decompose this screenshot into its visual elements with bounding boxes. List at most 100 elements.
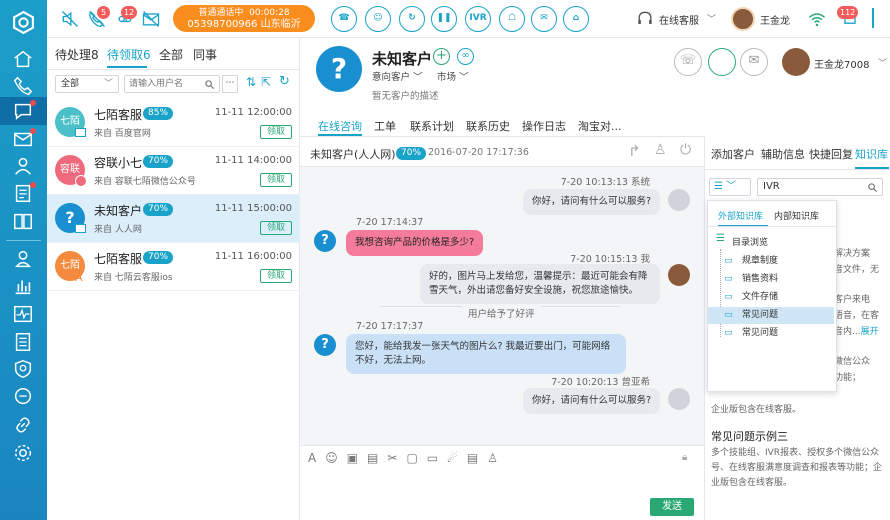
- list-item[interactable]: 七陌 A 七陌客服 70% 11-11 16:00:00 来自 七陌云客服ios…: [47, 243, 300, 291]
- search-icon[interactable]: [204, 79, 215, 90]
- mute-icon[interactable]: [60, 9, 80, 29]
- phone-icon[interactable]: [12, 75, 34, 97]
- chat-icon[interactable]: [708, 48, 736, 76]
- settings-icon[interactable]: [12, 442, 34, 464]
- item-source: 来自 百度官网: [94, 129, 151, 139]
- customer-tag-intent[interactable]: 意向客户 ﹀: [372, 69, 423, 83]
- message-button[interactable]: ✉: [531, 6, 557, 32]
- hangup-button[interactable]: ☎: [331, 6, 357, 32]
- tab-operation-log[interactable]: 操作日志: [522, 118, 566, 134]
- tab-external-kb[interactable]: 外部知识库: [718, 209, 763, 222]
- link-icon[interactable]: [12, 414, 34, 436]
- chevron-down-icon[interactable]: ﹀: [878, 56, 887, 69]
- ivr-button[interactable]: IVR: [465, 6, 491, 32]
- tab-ticket[interactable]: 工单: [374, 118, 396, 134]
- folder-item[interactable]: ▭ 文件存储: [708, 289, 834, 306]
- tab-pending[interactable]: 待处理8: [55, 46, 99, 63]
- mail-off-icon[interactable]: [141, 9, 161, 29]
- call-status-box[interactable]: 普通通话中 00:00:28 05398700966 山东临沂: [173, 5, 315, 32]
- add-icon[interactable]: +: [433, 48, 450, 65]
- tab-quick-reply[interactable]: 快捷回复: [809, 146, 853, 162]
- report-icon[interactable]: [12, 331, 34, 353]
- claim-button[interactable]: 领取: [260, 269, 292, 283]
- folder-item-selected[interactable]: ▭ 常见问题: [708, 307, 834, 324]
- tab-online-consult[interactable]: 在线咨询: [318, 118, 362, 134]
- tab-taobao[interactable]: 淘宝对...: [578, 118, 622, 134]
- search-box[interactable]: [124, 75, 220, 93]
- folder-label: 销售资料: [742, 274, 779, 284]
- tab-contact-history[interactable]: 联系历史: [466, 118, 510, 134]
- tab-assist-info[interactable]: 辅助信息: [761, 146, 805, 162]
- message-bubble: 您好，能给我发一张天气的图片么? 我最近要出门，可能网络不好，无法上网。: [346, 334, 626, 374]
- more-options-button[interactable]: ⋯: [222, 75, 238, 93]
- refresh-button[interactable]: ↻: [399, 6, 425, 32]
- tab-underline: [107, 66, 147, 68]
- folder-label: 规章制度: [742, 256, 779, 266]
- kb-search-box[interactable]: IVR: [757, 178, 883, 196]
- avatar[interactable]: [731, 7, 755, 31]
- customer-tag-market[interactable]: 市场 ﹀: [437, 69, 469, 83]
- claim-button[interactable]: 领取: [260, 173, 292, 187]
- pause-button[interactable]: ❚❚: [431, 6, 457, 32]
- tab-internal-kb[interactable]: 内部知识库: [774, 209, 819, 222]
- folder-label: 常见问题: [742, 310, 779, 320]
- transfer-button[interactable]: ☺: [365, 6, 391, 32]
- users-icon[interactable]: [12, 248, 34, 270]
- tab-add-customer[interactable]: 添加客户: [711, 146, 755, 162]
- expand-link[interactable]: 展开: [861, 327, 879, 337]
- browse-label[interactable]: 目录浏览: [732, 235, 768, 248]
- input-toolbar[interactable]: A☺▣▤✂▢▭☄▤♙: [308, 451, 507, 465]
- more-icon[interactable]: [872, 8, 884, 28]
- add-user-icon[interactable]: ♙: [654, 142, 667, 158]
- list-view-select[interactable]: ☰ ﹀: [709, 178, 751, 196]
- tab-knowledge-base[interactable]: 知识库: [855, 146, 888, 162]
- phone-icon[interactable]: ☏: [674, 48, 702, 76]
- list-item[interactable]: ? 未知客户 70% 11-11 15:00:00 来自 人人网 领取: [47, 195, 300, 243]
- home-icon[interactable]: [12, 48, 34, 70]
- folder-item[interactable]: ▭ 规章制度: [708, 253, 834, 270]
- message-meta: 7-20 10:20:13 曾亚希: [551, 377, 650, 388]
- chat-header-time: 2016-07-20 17:17:36: [428, 147, 529, 158]
- claim-button[interactable]: 领取: [260, 125, 292, 139]
- folder-label: 文件存储: [742, 292, 779, 302]
- folder-icon: ▭: [724, 328, 733, 338]
- tag-button[interactable]: ⌂: [563, 6, 589, 32]
- pulse-icon[interactable]: [12, 303, 34, 325]
- send-button[interactable]: 发送: [650, 498, 694, 516]
- search-icon[interactable]: [867, 182, 878, 193]
- export-icon[interactable]: ⇱: [261, 75, 271, 89]
- link-icon[interactable]: ∞: [457, 48, 474, 65]
- lock-icon[interactable]: 🔒︎: [682, 452, 687, 463]
- mail-icon[interactable]: ✉: [740, 48, 768, 76]
- message-icon[interactable]: [12, 386, 34, 408]
- item-percent: 70%: [143, 155, 174, 168]
- shield-icon[interactable]: [12, 358, 34, 380]
- tab-colleague[interactable]: 同事: [193, 46, 217, 63]
- filter-select[interactable]: 全部 ﹀: [55, 75, 119, 93]
- message-bubble: 好的，图片马上发给您，温馨提示：最近可能会有降雪天气，外出请您备好安全设施，祝您…: [420, 264, 660, 304]
- folder-item[interactable]: ▭ 销售资料: [708, 271, 834, 288]
- power-icon[interactable]: ⏻: [680, 142, 691, 158]
- list-item[interactable]: 容联 容联小七 70% 11-11 14:00:00 来自 容联七陌微信公众号 …: [47, 147, 300, 195]
- list-item[interactable]: 七陌 七陌客服 85% 11-11 12:00:00 来自 百度官网 领取: [47, 99, 300, 147]
- sort-icon[interactable]: ⇅: [246, 75, 256, 89]
- customer-avatar: ?: [316, 46, 362, 92]
- share-icon[interactable]: ↱: [628, 142, 641, 160]
- chat-panel: ? 未知客户 + ∞ 意向客户 ﹀ 市场 ﹀ 暂无客户的描述 ☏ 在线咨询 工单…: [300, 38, 736, 520]
- tab-unclaimed[interactable]: 待领取6: [107, 46, 151, 63]
- refresh-icon[interactable]: ↻: [279, 74, 290, 89]
- contacts-icon[interactable]: [12, 155, 34, 177]
- agent-name: 王金龙: [760, 16, 790, 27]
- bar-chart-icon[interactable]: [12, 275, 34, 297]
- search-input[interactable]: [125, 76, 197, 92]
- chevron-down-icon[interactable]: ﹀: [707, 12, 716, 25]
- book-icon[interactable]: [12, 210, 34, 232]
- consult-button[interactable]: ☖: [499, 6, 525, 32]
- tab-contact-plan[interactable]: 联系计划: [410, 118, 454, 134]
- kb-search-input[interactable]: IVR: [763, 181, 780, 192]
- divider: [300, 136, 704, 137]
- tab-all[interactable]: 全部: [159, 46, 183, 63]
- folder-item[interactable]: ▭ 常见问题: [708, 325, 834, 342]
- service-status[interactable]: 在线客服: [659, 12, 699, 27]
- claim-button[interactable]: 领取: [260, 221, 292, 235]
